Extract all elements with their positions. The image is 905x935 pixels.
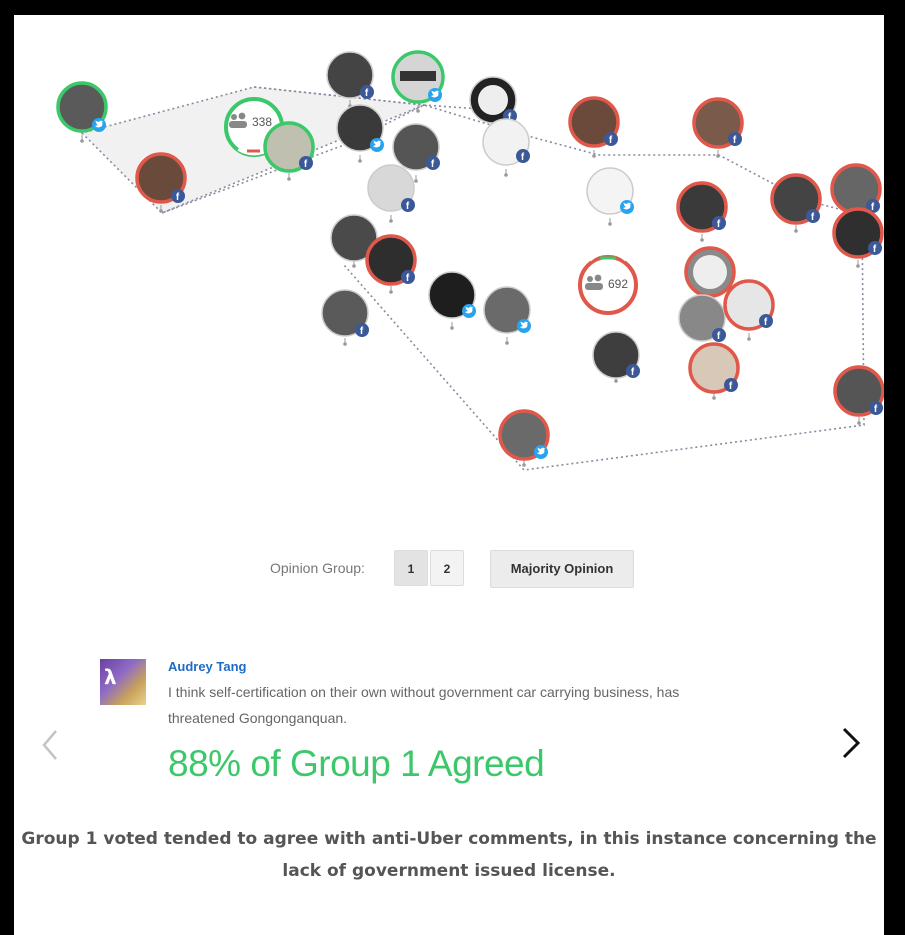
next-comment-button[interactable]	[840, 725, 862, 761]
facebook-badge-icon	[626, 364, 640, 378]
participant-avatar[interactable]	[676, 181, 728, 242]
facebook-badge-icon	[712, 216, 726, 230]
twitter-badge-icon	[517, 319, 531, 333]
facebook-badge-icon	[299, 156, 313, 170]
conversation-canvas: 338 692 f	[14, 15, 884, 935]
chevron-right-icon	[842, 727, 861, 759]
majority-opinion-button[interactable]: Majority Opinion	[490, 550, 634, 588]
participant-avatar[interactable]	[321, 289, 369, 346]
facebook-badge-icon	[712, 328, 726, 342]
participant-avatar[interactable]	[498, 409, 550, 467]
agreement-stat: 88% of Group 1 Agreed	[168, 743, 545, 784]
participant-avatar[interactable]	[723, 279, 775, 341]
facebook-badge-icon	[516, 149, 530, 163]
twitter-badge-icon	[462, 304, 476, 318]
facebook-badge-icon	[401, 198, 415, 212]
lambda-icon: λ	[104, 665, 117, 689]
chevron-left-icon	[42, 730, 57, 760]
twitter-badge-icon	[620, 200, 634, 214]
opinion-group-label: Opinion Group:	[270, 560, 365, 576]
facebook-badge-icon	[171, 189, 185, 203]
participant-avatar[interactable]	[568, 96, 620, 158]
participant-avatar[interactable]	[586, 167, 634, 226]
group-2-summary[interactable]: 692	[578, 248, 638, 315]
facebook-badge-icon	[355, 323, 369, 337]
facebook-badge-icon	[401, 270, 415, 284]
participant-avatar[interactable]	[483, 286, 531, 345]
twitter-badge-icon	[92, 118, 106, 132]
previous-comment-button[interactable]	[40, 727, 60, 763]
facebook-badge-icon	[869, 401, 883, 415]
facebook-badge-icon	[724, 378, 738, 392]
facebook-badge-icon	[759, 314, 773, 328]
participant-avatar[interactable]	[367, 164, 415, 223]
participant-avatar[interactable]	[428, 271, 476, 330]
avatar[interactable]: λ	[100, 659, 146, 705]
participant-avatar[interactable]	[833, 365, 884, 425]
participant-avatar[interactable]	[482, 118, 530, 177]
participant-avatar[interactable]	[832, 207, 884, 268]
facebook-badge-icon	[868, 241, 882, 255]
twitter-badge-icon	[428, 88, 442, 102]
group-1-count: 338	[252, 115, 272, 129]
participant-avatar[interactable]	[365, 234, 417, 294]
participant-avatar[interactable]	[263, 121, 315, 181]
opinion-map: 338 692 f	[56, 50, 884, 471]
facebook-badge-icon	[360, 85, 374, 99]
facebook-badge-icon	[806, 209, 820, 223]
group-2-button[interactable]: 2	[430, 550, 464, 586]
figure-caption: Group 1 voted tended to agree with anti-…	[21, 829, 877, 881]
twitter-badge-icon	[370, 138, 384, 152]
participant-avatar[interactable]	[336, 104, 384, 163]
facebook-badge-icon	[728, 132, 742, 146]
facebook-badge-icon	[604, 132, 618, 146]
twitter-badge-icon	[534, 445, 548, 459]
opinion-group-controls: Opinion Group: 1 2 Majority Opinion	[14, 550, 884, 590]
group-2-count: 692	[608, 277, 628, 291]
participant-avatar[interactable]	[688, 342, 740, 400]
facebook-badge-icon	[426, 156, 440, 170]
group-1-button[interactable]: 1	[394, 550, 428, 586]
comment-text: I think self-certification on their own …	[168, 684, 680, 726]
participant-avatar[interactable]	[592, 331, 640, 383]
participant-avatar[interactable]	[692, 97, 744, 158]
comment-author[interactable]: Audrey Tang	[168, 659, 247, 674]
participant-avatar[interactable]	[770, 173, 822, 233]
